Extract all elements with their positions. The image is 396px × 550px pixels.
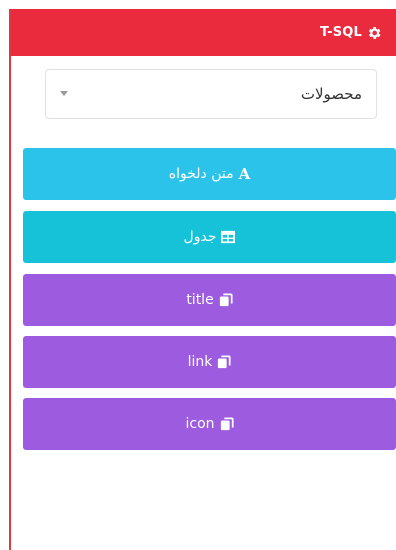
chevron-down-icon[interactable]	[60, 91, 68, 96]
link-field-label: link	[187, 354, 213, 370]
copy-icon	[218, 355, 231, 369]
table-label: جدول	[183, 229, 217, 245]
panel-header: T-SQL	[11, 9, 396, 56]
copy-icon	[219, 293, 233, 307]
header-title: T-SQL	[319, 25, 362, 40]
table-icon	[221, 230, 236, 244]
icon-field-label: icon	[185, 416, 215, 432]
icon-field-button[interactable]: icon	[23, 398, 396, 450]
font-icon: A	[238, 165, 251, 183]
sidebar-panel: T-SQL محصولات متن دلخواه A جدول title li…	[9, 9, 396, 550]
title-field-label: title	[186, 292, 214, 308]
table-select[interactable]: محصولات	[45, 69, 377, 119]
custom-text-button[interactable]: متن دلخواه A	[23, 148, 396, 200]
title-field-button[interactable]: title	[23, 274, 396, 326]
gear-icon[interactable]	[366, 25, 382, 41]
copy-icon	[220, 417, 234, 431]
custom-text-label: متن دلخواه	[168, 166, 234, 182]
select-value: محصولات	[300, 85, 362, 103]
table-button[interactable]: جدول	[23, 211, 396, 263]
link-field-button[interactable]: link	[23, 336, 396, 388]
